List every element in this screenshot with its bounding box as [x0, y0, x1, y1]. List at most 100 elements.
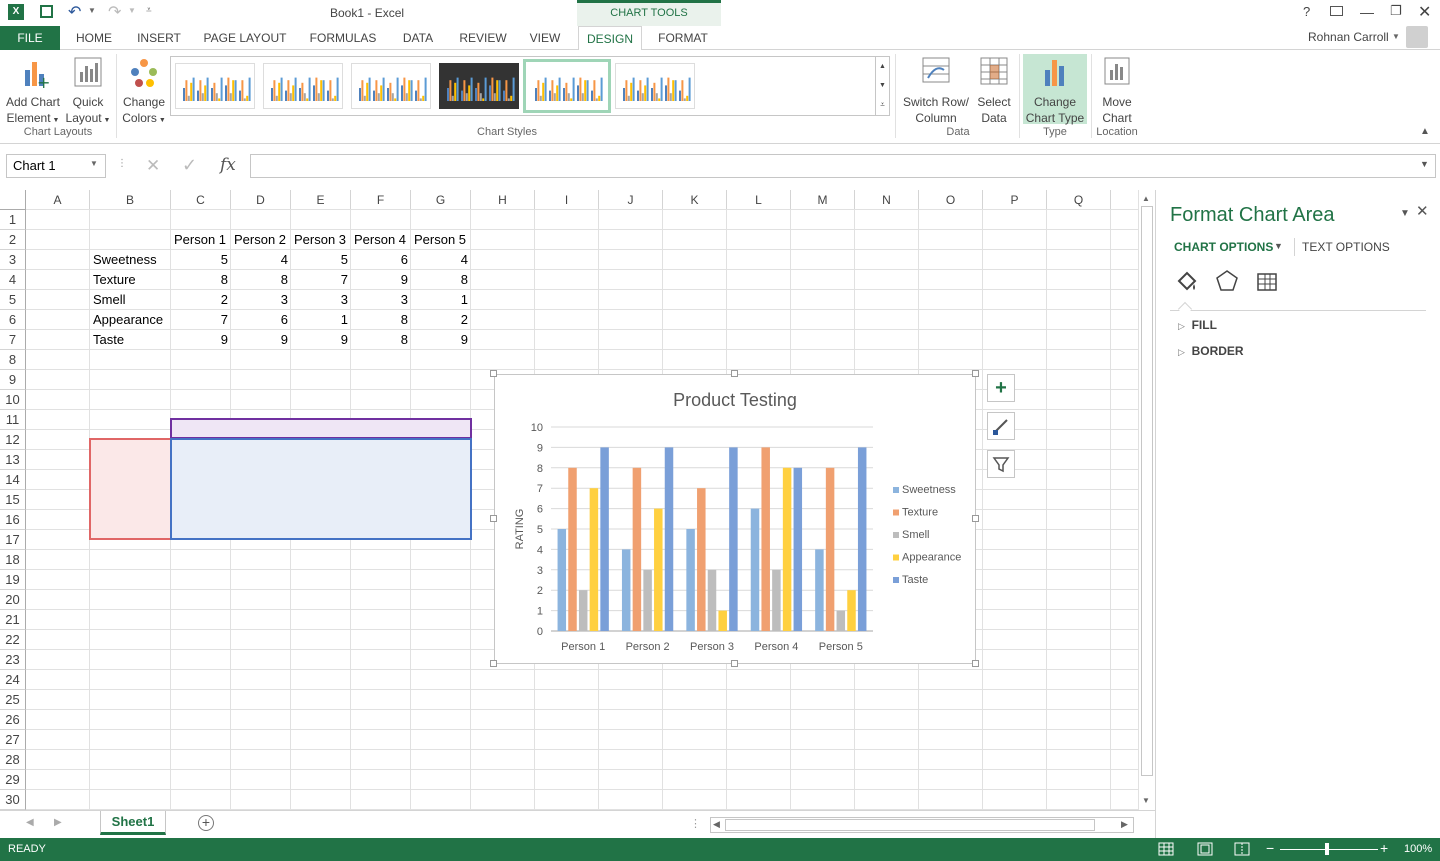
- bar-smell-1[interactable]: [578, 590, 588, 631]
- effects-icon[interactable]: [1214, 268, 1240, 294]
- scroll-down-icon[interactable]: ▼: [1142, 796, 1150, 805]
- value-cell[interactable]: 9: [171, 330, 231, 350]
- fill-line-icon[interactable]: [1174, 268, 1200, 294]
- value-cell[interactable]: 9: [411, 330, 471, 350]
- avatar[interactable]: [1406, 26, 1428, 48]
- gallery-scroll-up-icon[interactable]: ▲: [875, 57, 889, 76]
- chart-options-dropdown-icon[interactable]: ▼: [1274, 241, 1283, 251]
- collapse-ribbon-icon[interactable]: ▲: [1420, 126, 1430, 137]
- chart-elements-button[interactable]: +: [987, 374, 1015, 402]
- value-cell[interactable]: 1: [411, 290, 471, 310]
- bar-taste-3[interactable]: [729, 447, 738, 631]
- value-cell[interactable]: 3: [351, 290, 411, 310]
- row-label-cell[interactable]: Appearance: [90, 310, 171, 330]
- bar-sweetness-2[interactable]: [621, 549, 631, 631]
- insert-function-icon[interactable]: fx: [220, 155, 236, 175]
- header-cell[interactable]: Person 1: [171, 230, 231, 250]
- tab-file[interactable]: FILE: [0, 26, 60, 50]
- horizontal-scroll-thumb[interactable]: [725, 819, 1095, 831]
- bar-appearance-2[interactable]: [654, 508, 663, 631]
- chart-area[interactable]: Product Testing 0 1 2 3 4 5 6 7 8 9 10 RATING Person …: [494, 374, 976, 664]
- quick-layout-button[interactable]: Quick Layout ▼: [62, 56, 114, 129]
- restore-icon[interactable]: ❐: [1390, 3, 1402, 19]
- select-data-button[interactable]: Select Data: [972, 56, 1016, 126]
- bar-taste-2[interactable]: [664, 447, 674, 631]
- bar-taste-1[interactable]: [600, 447, 609, 631]
- excel-logo-icon[interactable]: X: [8, 4, 24, 20]
- add-chart-element-button[interactable]: + Add Chart Element ▼: [2, 56, 64, 129]
- chart-resize-handle[interactable]: [490, 515, 497, 522]
- value-cell[interactable]: 3: [291, 290, 351, 310]
- name-box-dropdown-icon[interactable]: ▼: [90, 159, 98, 168]
- value-cell[interactable]: 7: [171, 310, 231, 330]
- page-layout-view-icon[interactable]: [1197, 842, 1213, 856]
- value-cell[interactable]: 8: [411, 270, 471, 290]
- customize-qat-icon[interactable]: ⩡: [146, 5, 152, 16]
- zoom-out-icon[interactable]: −: [1266, 840, 1274, 856]
- bar-taste-5[interactable]: [857, 447, 867, 631]
- pane-close-icon[interactable]: ✕: [1416, 202, 1429, 220]
- bar-smell-2[interactable]: [643, 569, 652, 631]
- switch-row-column-button[interactable]: Switch Row/ Column: [900, 56, 972, 126]
- bar-appearance-5[interactable]: [847, 590, 856, 631]
- bar-appearance-1[interactable]: [589, 488, 599, 631]
- tab-insert[interactable]: INSERT: [130, 26, 188, 50]
- enter-icon[interactable]: ✓: [182, 155, 197, 176]
- bar-smell-5[interactable]: [836, 610, 846, 631]
- tab-chart-options[interactable]: CHART OPTIONS: [1174, 240, 1273, 254]
- expand-formula-bar-icon[interactable]: ▼: [1420, 159, 1429, 169]
- value-cell[interactable]: 4: [231, 250, 291, 270]
- value-cell[interactable]: 6: [231, 310, 291, 330]
- header-cell[interactable]: Person 2: [231, 230, 291, 250]
- tab-text-options[interactable]: TEXT OPTIONS: [1302, 240, 1390, 254]
- y-axis-title[interactable]: RATING: [514, 509, 526, 550]
- normal-view-icon[interactable]: [1158, 842, 1174, 856]
- size-properties-icon[interactable]: [1254, 268, 1280, 294]
- save-icon[interactable]: [40, 5, 53, 18]
- gallery-scroll-down-icon[interactable]: ▼: [875, 76, 889, 95]
- zoom-slider[interactable]: [1280, 849, 1378, 850]
- legend-entry[interactable]: Appearance: [902, 552, 961, 564]
- value-cell[interactable]: 2: [411, 310, 471, 330]
- help-icon[interactable]: ?: [1303, 4, 1310, 19]
- value-cell[interactable]: 8: [351, 330, 411, 350]
- bar-taste-4[interactable]: [793, 467, 803, 631]
- tab-formulas[interactable]: FORMULAS: [302, 26, 384, 50]
- bar-sweetness-5[interactable]: [815, 549, 824, 631]
- row-label-cell[interactable]: Sweetness: [90, 250, 171, 270]
- user-name[interactable]: Rohnan Carroll: [1308, 30, 1389, 44]
- sheet-tab-sheet1[interactable]: Sheet1: [100, 811, 166, 835]
- chart-styles-button[interactable]: [987, 412, 1015, 440]
- value-cell[interactable]: 4: [411, 250, 471, 270]
- redo-icon[interactable]: ↷: [108, 2, 121, 22]
- tab-format[interactable]: FORMAT: [648, 26, 718, 50]
- zoom-slider-thumb[interactable]: [1325, 843, 1329, 855]
- bar-appearance-3[interactable]: [718, 610, 727, 631]
- chart-title[interactable]: Product Testing: [673, 390, 797, 410]
- page-break-view-icon[interactable]: [1234, 842, 1250, 856]
- ribbon-display-icon[interactable]: [1330, 6, 1343, 16]
- value-cell[interactable]: 8: [231, 270, 291, 290]
- tab-split-grip-icon[interactable]: ⋮: [690, 817, 701, 830]
- legend-entry[interactable]: Sweetness: [902, 484, 956, 496]
- chart-resize-handle[interactable]: [490, 660, 497, 667]
- chart-resize-handle[interactable]: [972, 515, 979, 522]
- prev-sheet-icon[interactable]: ◀: [26, 817, 34, 828]
- chart-resize-handle[interactable]: [731, 660, 738, 667]
- border-section[interactable]: ▷ BORDER: [1178, 344, 1244, 358]
- tab-design[interactable]: DESIGN: [578, 26, 642, 51]
- bar-smell-4[interactable]: [772, 569, 781, 631]
- header-cell[interactable]: Person 4: [351, 230, 411, 250]
- formula-input[interactable]: [250, 154, 1436, 178]
- user-dropdown-icon[interactable]: ▼: [1392, 32, 1400, 41]
- vertical-scrollbar[interactable]: ▲ ▼: [1138, 190, 1155, 810]
- next-sheet-icon[interactable]: ▶: [54, 817, 62, 828]
- close-icon[interactable]: ✕: [1418, 2, 1431, 22]
- chart-resize-handle[interactable]: [972, 660, 979, 667]
- scroll-up-icon[interactable]: ▲: [1142, 194, 1150, 203]
- value-cell[interactable]: 5: [171, 250, 231, 270]
- tab-review[interactable]: REVIEW: [452, 26, 514, 50]
- redo-dropdown-icon[interactable]: ▼: [128, 6, 136, 15]
- value-cell[interactable]: 8: [171, 270, 231, 290]
- vertical-scroll-thumb[interactable]: [1141, 206, 1153, 776]
